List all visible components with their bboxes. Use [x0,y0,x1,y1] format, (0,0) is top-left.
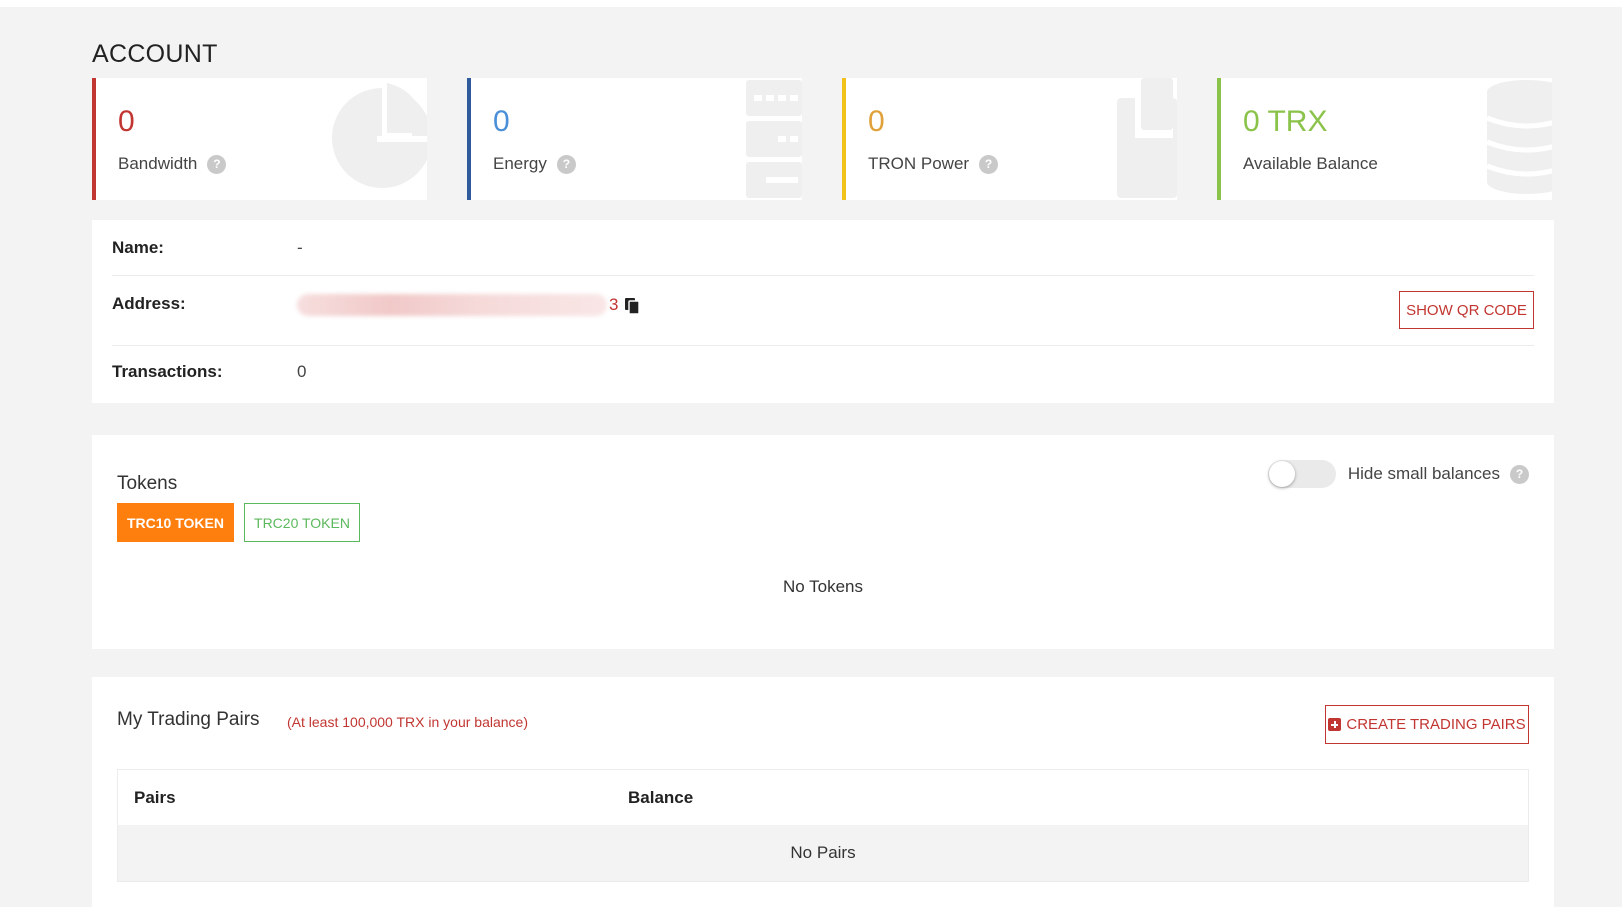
pie-chart-icon [332,78,427,188]
address-tail[interactable]: 3 [609,295,618,315]
table-header: Pairs Balance [118,770,1528,825]
transactions-label: Transactions: [112,362,223,381]
tab-trc10-token[interactable]: TRC10 TOKEN [117,503,234,542]
tron-power-label: TRON Power [868,154,970,173]
hide-small-balances-control: Hide small balances ? [1267,460,1529,488]
account-info-panel: Name: - Address: 3 SHOW QR CODE Transact… [92,220,1554,403]
create-trading-pairs-button[interactable]: CREATE TRADING PAIRS [1325,705,1529,744]
no-pairs-message: No Pairs [790,843,856,862]
bandwidth-card: 0 Bandwidth ? [92,78,427,200]
energy-card: 0 Energy ? [467,78,802,200]
tron-power-value: 0 [868,105,885,138]
name-row: Name: - [112,238,1534,276]
tron-power-help-icon[interactable]: ? [979,154,999,174]
column-header-balance: Balance [628,788,694,807]
trading-pairs-table: Pairs Balance No Pairs [117,769,1529,882]
available-balance-card: 0 TRX Available Balance [1217,78,1552,200]
address-redacted [297,294,607,316]
address-value: 3 [297,294,641,316]
energy-label: Energy [493,154,547,173]
no-tokens-message: No Tokens [782,577,863,596]
tokens-title: Tokens [117,473,178,494]
available-balance-value: 0 TRX [1243,105,1328,138]
address-label: Address: [112,294,186,313]
trading-pairs-note: (At least 100,000 TRX in your balance) [287,714,528,730]
address-row: Address: 3 SHOW QR CODE [112,276,1534,346]
tron-power-label-row: TRON Power ? [868,154,999,174]
show-qr-code-button[interactable]: SHOW QR CODE [1399,291,1534,329]
page-title: ACCOUNT [92,40,218,68]
name-label: Name: [112,238,164,257]
available-balance-label: Available Balance [1243,154,1378,173]
transactions-value: 0 [297,362,307,381]
database-icon [1486,80,1552,194]
server-icon [746,80,802,198]
transactions-row: Transactions: 0 [112,346,1534,398]
hide-small-balances-help-icon[interactable]: ? [1510,464,1529,484]
bandwidth-value: 0 [118,105,135,138]
top-bar [0,0,1622,7]
trading-pairs-panel: My Trading Pairs (At least 100,000 TRX i… [92,677,1554,907]
bandwidth-label-row: Bandwidth ? [118,154,227,174]
plus-square-icon [1328,718,1342,731]
column-header-pairs: Pairs [134,788,176,807]
available-balance-label-row: Available Balance [1243,154,1378,174]
tab-trc20-token[interactable]: TRC20 TOKEN [244,503,360,542]
energy-help-icon[interactable]: ? [556,154,576,174]
energy-value: 0 [493,105,510,138]
power-icon [1117,78,1177,198]
table-row: No Pairs [118,825,1528,881]
hide-small-balances-toggle[interactable] [1267,460,1336,488]
hide-small-balances-label: Hide small balances [1347,464,1500,483]
trading-pairs-title: My Trading Pairs [117,709,260,730]
copy-icon[interactable] [624,296,641,315]
create-trading-pairs-label: CREATE TRADING PAIRS [1346,716,1526,733]
bandwidth-help-icon[interactable]: ? [207,154,227,174]
bandwidth-label: Bandwidth [118,154,198,173]
name-value: - [297,238,303,257]
toggle-knob [1268,461,1295,487]
tron-power-card: 0 TRON Power ? [842,78,1177,200]
tokens-panel: Tokens TRC10 TOKEN TRC20 TOKEN Hide smal… [92,435,1554,649]
energy-label-row: Energy ? [493,154,576,174]
